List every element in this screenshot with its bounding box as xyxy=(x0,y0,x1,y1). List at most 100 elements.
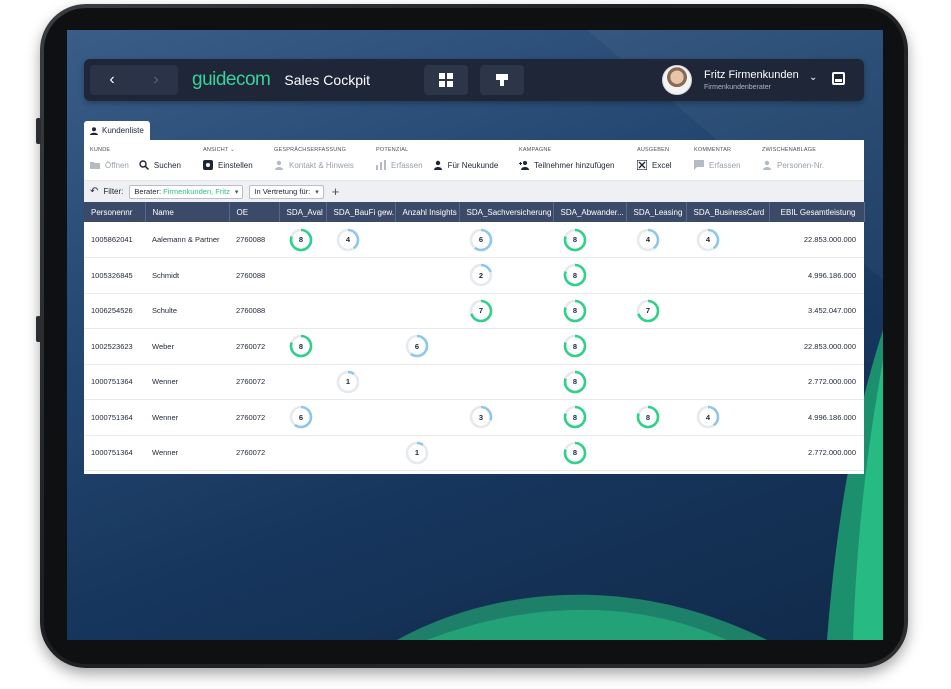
inbox-icon[interactable] xyxy=(832,72,845,85)
column-header[interactable]: SDA_Sachversicherung xyxy=(459,202,554,222)
score-gauge[interactable]: 4 xyxy=(696,405,720,429)
ribbon-button-erfassen[interactable]: Erfassen xyxy=(694,160,741,170)
user-name[interactable]: Fritz Firmenkunden xyxy=(704,69,799,81)
dashboard-button[interactable] xyxy=(424,65,468,95)
column-header[interactable]: OE xyxy=(229,202,280,222)
score-gauge[interactable]: 8 xyxy=(563,370,587,394)
ribbon-button-excel[interactable]: Excel xyxy=(636,159,672,171)
score-value: 8 xyxy=(572,377,578,387)
ribbon-group-label: KUNDE xyxy=(90,147,111,153)
score-cell xyxy=(279,257,326,294)
score-value: 7 xyxy=(478,306,484,316)
score-gauge[interactable]: 8 xyxy=(563,299,587,323)
ebil-cell: 2.772.000.000 xyxy=(769,435,864,471)
customer-table: Personennr Name OE SDA_Aval SDA_BauFi gew. An… xyxy=(84,202,865,471)
score-value: 6 xyxy=(478,235,484,244)
score-cell: 8 xyxy=(279,222,326,258)
score-gauge[interactable]: 4 xyxy=(336,228,360,252)
table-row[interactable]: 1000751364 Wenner 2760072 1 8 2.772.000.000 xyxy=(84,364,864,400)
score-cell: 1 xyxy=(395,435,459,471)
table-row[interactable]: 1002523623 Weber 2760072 8 6 8 22.853.000.000 xyxy=(84,328,864,365)
ribbon-button-für-neukunde[interactable]: Für Neukunde xyxy=(433,160,498,170)
ribbon-button-personen-nr-[interactable]: Personen-Nr. xyxy=(762,160,824,170)
bookmark-button[interactable] xyxy=(480,65,524,95)
back-button[interactable]: ‹ xyxy=(90,65,134,95)
score-gauge[interactable]: 4 xyxy=(636,228,660,252)
berater-select[interactable]: Berater: Firmenkunden, Fritz ▾ xyxy=(129,184,244,199)
ribbon-button-teilnehmer-hinzufügen[interactable]: Teilnehmer hinzufügen xyxy=(519,160,615,170)
ribbon-group-label: GESPRÄCHSERFASSUNG xyxy=(274,147,347,153)
filter-bar: ↶ Filter: Berater: Firmenkunden, Fritz ▾… xyxy=(84,181,864,202)
score-gauge[interactable]: 4 xyxy=(696,228,720,252)
score-gauge[interactable]: 8 xyxy=(563,228,587,252)
column-header[interactable]: SDA_BauFi gew. xyxy=(326,202,396,222)
column-header[interactable]: SDA_Aval xyxy=(279,202,327,222)
score-gauge[interactable]: 3 xyxy=(469,405,493,429)
ribbon-items: Erfassen xyxy=(694,160,751,170)
score-cell xyxy=(326,328,395,365)
score-gauge[interactable]: 8 xyxy=(636,405,660,429)
score-value: 8 xyxy=(298,235,304,244)
table-row[interactable]: 1005862041 Aalemann & Partner 2760088 8 4 6 8 4… xyxy=(84,222,864,258)
ribbon-group-label: AUSGEBEN xyxy=(637,147,670,153)
score-cell: 4 xyxy=(326,222,395,258)
score-gauge[interactable]: 1 xyxy=(336,370,360,394)
score-gauge[interactable]: 6 xyxy=(289,405,313,429)
score-gauge[interactable]: 6 xyxy=(469,228,493,252)
score-gauge[interactable]: 7 xyxy=(469,299,493,323)
ribbon-button-kontakt-hinweis[interactable]: Kontakt & Hinweis xyxy=(274,160,354,170)
score-cell xyxy=(395,222,459,258)
vertretung-select[interactable]: In Vertretung für: ▾ xyxy=(249,184,324,199)
score-gauge[interactable]: 6 xyxy=(405,334,429,358)
score-cell xyxy=(459,364,553,400)
table-cell: Wenner xyxy=(145,364,229,400)
ribbon-button-öffnen[interactable]: Öffnen xyxy=(90,160,129,170)
add-filter-button[interactable]: + xyxy=(332,184,340,199)
table-row[interactable]: 1000751364 Wenner 2760072 1 8 2.772.000.000 xyxy=(84,435,864,471)
column-header[interactable]: EBIL Gesamtleistung xyxy=(769,202,865,222)
score-cell: 8 xyxy=(553,435,626,471)
app-screen: ‹ › guidecom Sales Cockpit Fritz Firmenk… xyxy=(67,30,883,640)
tab-kundenliste[interactable]: Kundenliste xyxy=(84,121,150,140)
column-header[interactable]: Personennr xyxy=(84,202,146,222)
score-gauge[interactable]: 2 xyxy=(469,263,493,287)
ribbon-items: Einstellen xyxy=(203,160,263,170)
ribbon-items: Teilnehmer hinzufügen xyxy=(519,160,625,170)
score-value: 3 xyxy=(478,412,484,422)
score-gauge[interactable]: 8 xyxy=(563,263,587,287)
table-row[interactable]: 1000751364 Wenner 2760072 6 3 8 8 4 4.996.186.00… xyxy=(84,399,864,436)
column-header[interactable]: SDA_Abwander... xyxy=(553,202,627,222)
score-gauge[interactable]: 8 xyxy=(289,228,313,252)
ribbon-button-einstellen[interactable]: Einstellen xyxy=(203,160,253,170)
berater-value: Firmenkunden, Fritz xyxy=(163,187,230,196)
table-row[interactable]: 1006254526 Schulte 2760088 7 8 7 3.452.047.000 xyxy=(84,293,864,329)
score-cell: 4 xyxy=(626,222,686,258)
column-header[interactable]: Name xyxy=(145,202,230,222)
column-header[interactable]: SDA_Leasing xyxy=(626,202,687,222)
score-cell xyxy=(459,435,553,471)
ribbon-button-erfassen[interactable]: Erfassen xyxy=(376,160,423,170)
ebil-cell: 4.996.186.000 xyxy=(769,257,864,294)
score-cell xyxy=(326,257,395,294)
ribbon-button-label: Öffnen xyxy=(105,160,129,170)
score-cell xyxy=(626,364,686,400)
score-cell xyxy=(279,293,326,329)
forward-button[interactable]: › xyxy=(134,65,178,95)
undo-icon[interactable]: ↶ xyxy=(90,186,98,197)
score-gauge[interactable]: 7 xyxy=(636,299,660,323)
column-header[interactable]: SDA_BusinessCard xyxy=(686,202,770,222)
nav-group: ‹ › xyxy=(90,65,178,95)
score-gauge[interactable]: 8 xyxy=(289,334,313,358)
score-gauge[interactable]: 8 xyxy=(563,441,587,465)
table-cell: Aalemann & Partner xyxy=(145,222,229,258)
score-cell xyxy=(279,364,326,400)
score-gauge[interactable]: 8 xyxy=(563,405,587,429)
ribbon-button-suchen[interactable]: Suchen xyxy=(139,160,181,171)
column-header[interactable]: Anzahl Insights xyxy=(395,202,460,222)
chevron-down-icon[interactable]: ⌄ xyxy=(809,72,817,83)
score-cell xyxy=(686,293,769,329)
score-gauge[interactable]: 1 xyxy=(405,441,429,465)
score-gauge[interactable]: 8 xyxy=(563,334,587,358)
table-row[interactable]: 1005326845 Schmidt 2760088 2 8 4.996.186.000 xyxy=(84,257,864,294)
avatar[interactable] xyxy=(662,65,692,95)
